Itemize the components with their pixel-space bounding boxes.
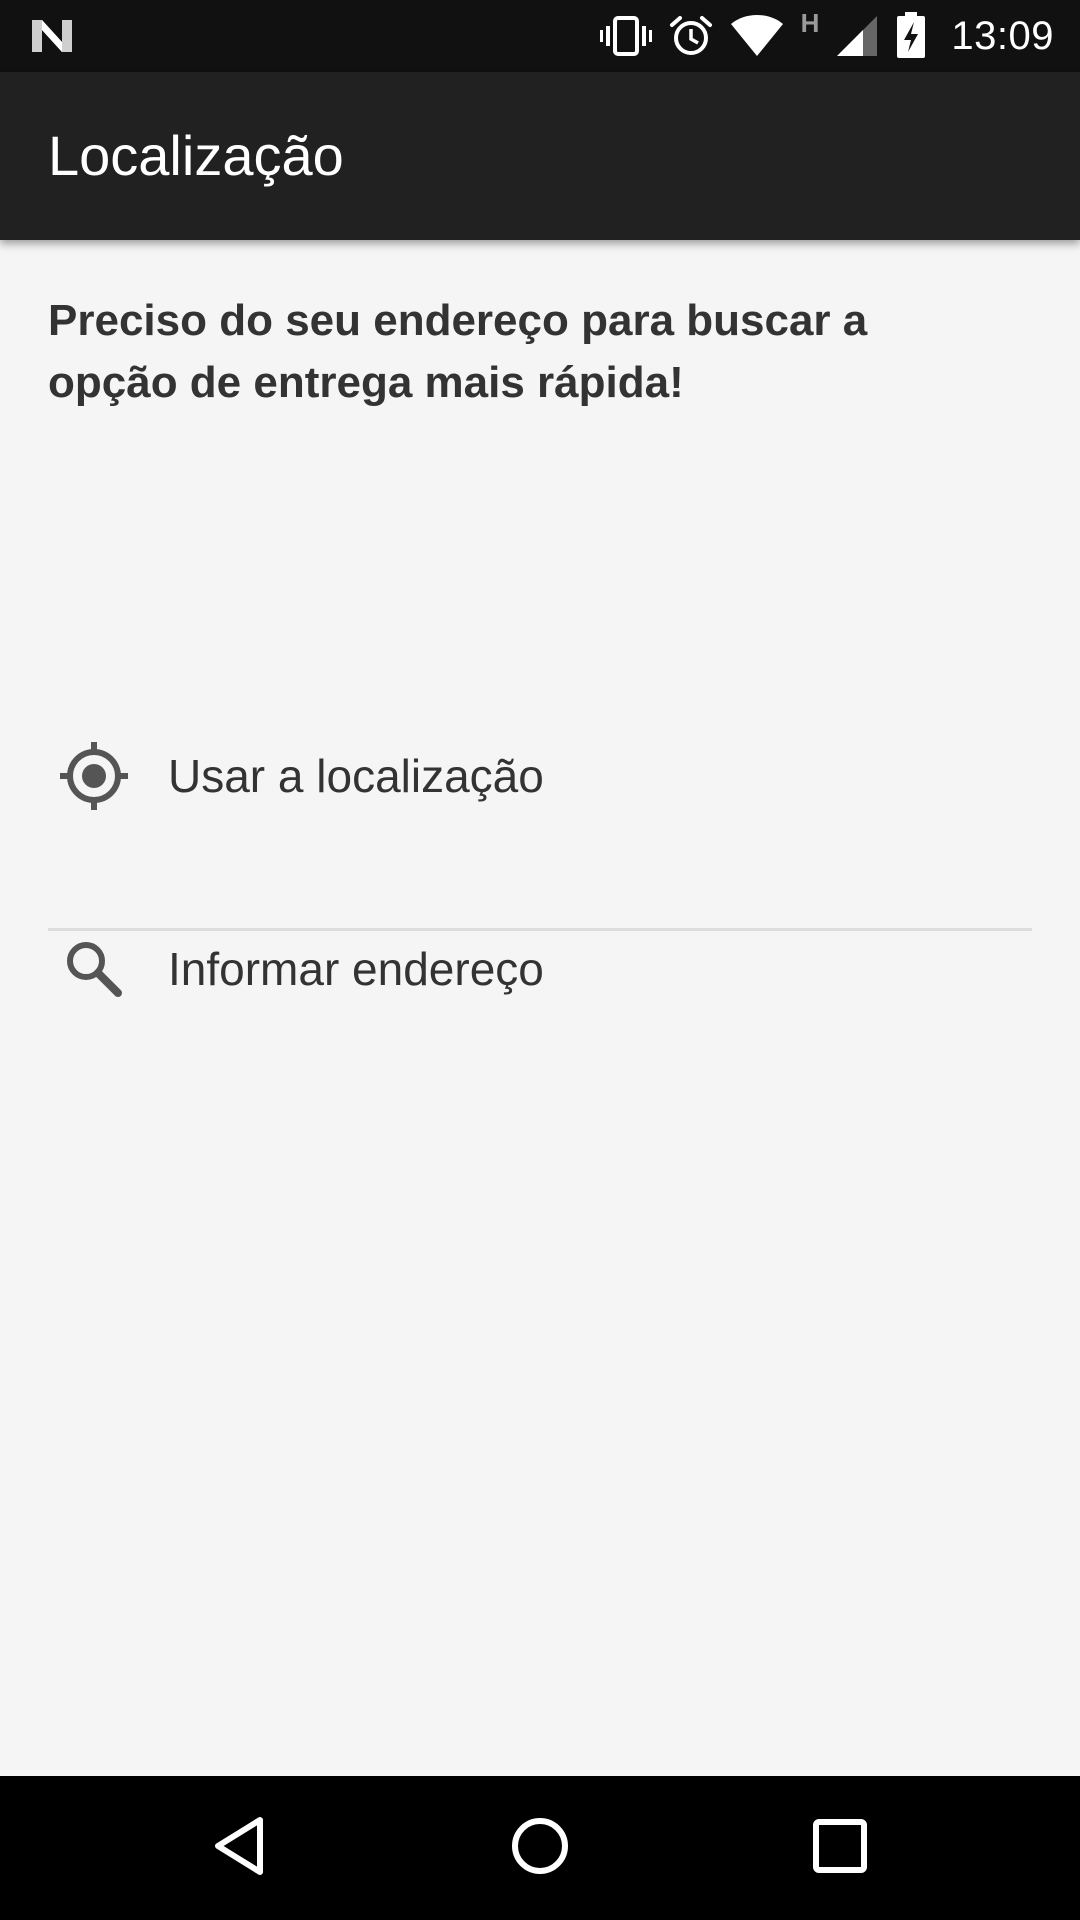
search-icon bbox=[48, 921, 144, 1017]
home-icon bbox=[510, 1816, 570, 1881]
app-bar: Localização bbox=[0, 72, 1080, 240]
intro-text: Preciso do seu endereço para buscar a op… bbox=[48, 296, 868, 407]
android-n-icon bbox=[30, 16, 76, 56]
status-bar: H 13:09 bbox=[0, 0, 1080, 72]
signal-icon bbox=[835, 14, 879, 58]
wifi-icon bbox=[729, 14, 785, 58]
network-type-icon: H bbox=[800, 8, 820, 38]
main-content: Preciso do seu endereço para buscar a op… bbox=[0, 240, 1080, 1776]
page-title: Localização bbox=[48, 124, 344, 187]
home-button[interactable] bbox=[504, 1812, 576, 1884]
my-location-icon bbox=[48, 728, 144, 824]
use-location-option[interactable]: Usar a localização bbox=[48, 716, 1032, 836]
enter-address-label: Informar endereço bbox=[168, 943, 544, 995]
back-icon bbox=[212, 1816, 268, 1881]
recents-button[interactable] bbox=[804, 1812, 876, 1884]
alarm-icon bbox=[669, 14, 713, 58]
status-time: 13:09 bbox=[951, 13, 1054, 58]
enter-address-option[interactable]: Informar endereço bbox=[48, 909, 1032, 1029]
use-location-label: Usar a localização bbox=[168, 750, 544, 802]
back-button[interactable] bbox=[204, 1812, 276, 1884]
vibrate-icon bbox=[599, 14, 653, 58]
status-icons: H 13:09 bbox=[599, 0, 1054, 72]
battery-charging-icon bbox=[895, 12, 927, 60]
recents-icon bbox=[812, 1818, 868, 1879]
navigation-bar bbox=[0, 1776, 1080, 1920]
